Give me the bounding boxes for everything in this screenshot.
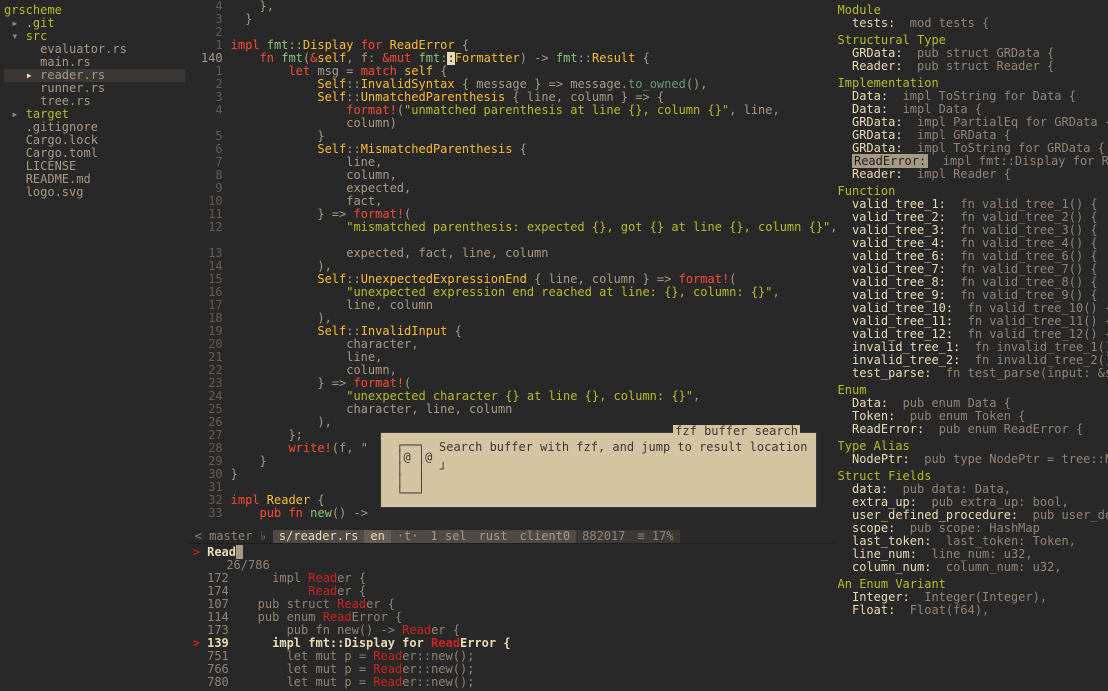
outline-item[interactable]: Reader: pub struct Reader { (838, 60, 1108, 73)
fzf-result-row[interactable]: 780 let mut p = Reader::new(); (193, 676, 834, 689)
status-client: client0 (514, 530, 577, 543)
text-cursor: : (447, 52, 454, 65)
outline-sidebar[interactable]: Module tests: mod tests {Structural Type… (838, 0, 1108, 691)
outline-item[interactable]: ReadError: pub enum ReadError { (838, 423, 1108, 436)
fzf-count: 26/786 (226, 558, 269, 572)
fzf-help-popup: fzf buffer search ┌──┐ │@ │@ │ │ ┘ │ │ └… (380, 432, 817, 508)
outline-item[interactable]: column_num: column_num: u32, (838, 561, 1108, 574)
status-pct: ≡ 17% (631, 530, 679, 543)
tree-file[interactable]: logo.svg (4, 186, 185, 199)
fzf-prompt-pointer: > (193, 545, 207, 559)
tree-project[interactable]: grscheme (4, 3, 62, 17)
outline-section-header: Module (838, 0, 1108, 17)
outline-section-header: Enum (838, 380, 1108, 397)
outline-item[interactable]: NodePtr: pub type NodePtr = tree::No (838, 453, 1108, 466)
outline-item[interactable]: tests: mod tests { (838, 17, 1108, 30)
editor-pane[interactable]: 4 }, 3 } 2 1impl fmt::Display for ReadEr… (189, 0, 838, 691)
status-sel: 1 sel (425, 530, 473, 543)
outline-section-header: An Enum Variant (838, 574, 1108, 591)
fzf-query-input[interactable]: Read (207, 545, 236, 559)
outline-item[interactable]: Float: Float(f64), (838, 604, 1108, 617)
popup-title: fzf buffer search (673, 425, 800, 438)
status-pos: 882017 (576, 530, 631, 543)
outline-section-header: Implementation (838, 73, 1108, 90)
status-lang: en (364, 530, 390, 543)
current-line-gutter: 140 (189, 52, 231, 65)
status-file: s/reader.rs (273, 530, 364, 543)
outline-section-header: Struct Fields (838, 466, 1108, 483)
outline-section-header: Type Alias (838, 436, 1108, 453)
gutter: 4 (189, 0, 231, 13)
outline-section-header: Structural Type (838, 30, 1108, 47)
file-tree[interactable]: grscheme ▸ .git ▾ src evaluator.rs main.… (0, 0, 189, 691)
fzf-panel[interactable]: > Read 26/786 172 impl Reader { 174 Read… (189, 543, 838, 691)
outline-item[interactable]: test_parse: fn test_parse(input: &str (838, 367, 1108, 380)
status-branch: < master ♭ (189, 530, 273, 543)
statusline: < master ♭ s/reader.rs en ·t· 1 sel rust… (189, 529, 838, 543)
status-ft: rust (473, 530, 514, 543)
popup-message: Search buffer with fzf, and jump to resu… (439, 439, 808, 454)
outline-item[interactable]: Reader: impl Reader { (838, 168, 1108, 181)
code-text: }, (260, 0, 274, 13)
outline-section-header: Function (838, 181, 1108, 198)
keyboard-glyph-icon: ┌──┐ │@ │@ │ │ ┘ │ │ └──┘ (389, 439, 439, 499)
status-mod: ·t· (391, 530, 425, 543)
